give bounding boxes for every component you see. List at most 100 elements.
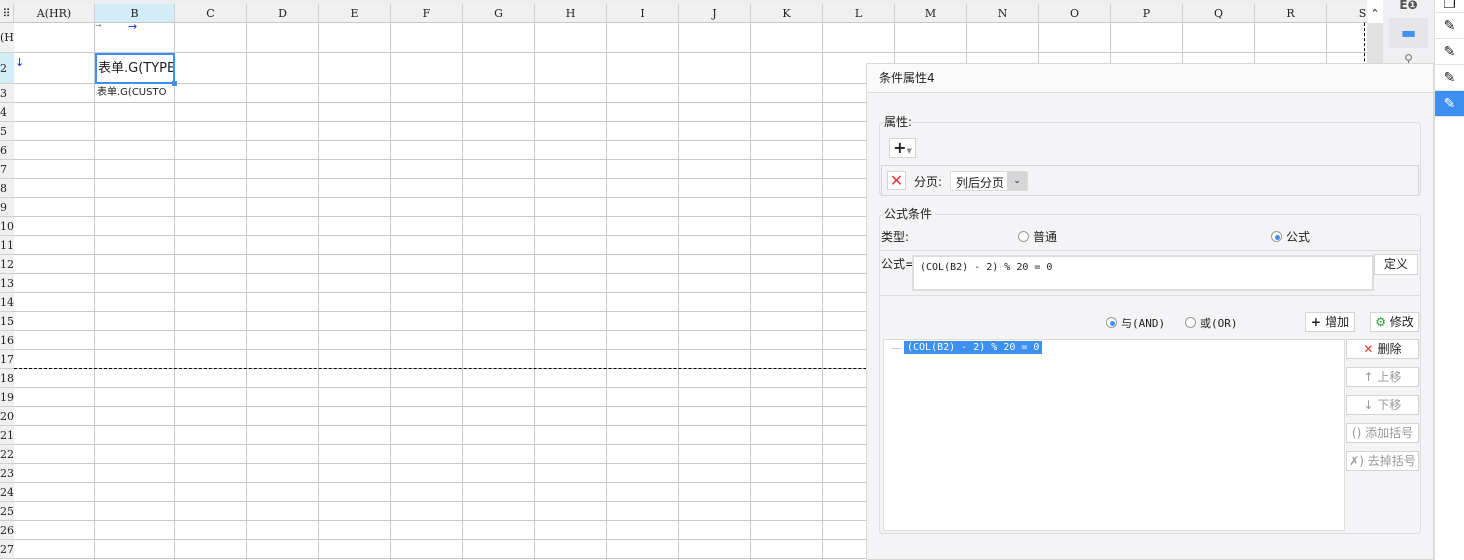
row-header-1[interactable]: 1(H) — [0, 23, 14, 53]
column-header-h[interactable]: H — [535, 4, 607, 23]
column-header-e[interactable]: E — [319, 4, 391, 23]
condition-attributes-dialog: 条件属性4 属性: +▼ ✕ 分页: 列后分页 ⌄ 公式条件 类型: 普通 公式… — [866, 63, 1434, 560]
row-header-4[interactable]: 4 — [0, 103, 14, 122]
move-down-button[interactable]: ↓ 下移 — [1346, 395, 1419, 415]
divider — [879, 250, 1421, 251]
page-label: 分页: — [914, 175, 943, 189]
radio-label: 公式 — [1286, 230, 1311, 244]
arrow-down-icon: ↓ — [1363, 398, 1378, 412]
delete-icon: ✕ — [1363, 342, 1378, 356]
condition-attr-icon[interactable]: ▬ — [1389, 18, 1428, 48]
column-header-j[interactable]: J — [679, 4, 751, 23]
divider — [879, 295, 1421, 296]
row-header-26[interactable]: 26 — [0, 521, 14, 540]
column-header-n[interactable]: N — [967, 4, 1039, 23]
page-select[interactable]: 列后分页 ⌄ — [950, 171, 1028, 191]
column-header-ahr[interactable]: A(HR) — [14, 4, 95, 23]
cell-b2-text: 表单.G(TYPE) — [98, 61, 175, 76]
cell-b3[interactable]: 表单.G(CUSTO — [97, 85, 175, 103]
attributes-legend: 属性: — [884, 115, 913, 129]
tree-line — [892, 348, 902, 349]
row-header-22[interactable]: 22 — [0, 445, 14, 464]
formula-input[interactable]: (COL(B2) - 2) % 20 = 0 — [912, 255, 1374, 291]
move-up-button[interactable]: ↑ 上移 — [1346, 367, 1419, 387]
expand-arrow-icon: → — [95, 21, 102, 30]
type-radio-formula[interactable]: 公式 — [1271, 228, 1310, 245]
select-all-corner[interactable]: ⠿ — [0, 4, 14, 23]
dialog-title: 条件属性4 — [867, 64, 1433, 93]
radio-label: 与(AND) — [1121, 317, 1166, 330]
add-attribute-button[interactable]: +▼ — [889, 138, 916, 158]
row-header-5[interactable]: 5 — [0, 122, 14, 141]
column-header-s[interactable]: S — [1327, 4, 1367, 23]
row-header-27[interactable]: 27 — [0, 540, 14, 559]
page-attribute-row: ✕ 分页: 列后分页 ⌄ — [881, 165, 1419, 196]
column-header-l[interactable]: L — [823, 4, 895, 23]
tool-column: ❐ ✎ ✎ ✎ ✎ — [1434, 0, 1464, 560]
radio-checked-icon — [1106, 317, 1117, 328]
pencil-icon[interactable]: ✎ — [1435, 39, 1464, 65]
type-radio-normal[interactable]: 普通 — [1018, 228, 1057, 245]
row-header-19[interactable]: 19 — [0, 388, 14, 407]
row-header-13[interactable]: 13 — [0, 274, 14, 293]
column-header-i[interactable]: I — [607, 4, 679, 23]
row-header-17[interactable]: 17 — [0, 350, 14, 369]
column-header-c[interactable]: C — [175, 4, 247, 23]
column-header-k[interactable]: K — [751, 4, 823, 23]
logic-radio-and[interactable]: 与(AND) — [1106, 315, 1165, 331]
parentheses-icon: () — [1351, 426, 1366, 440]
delete-button[interactable]: ✕ 删除 — [1346, 339, 1419, 359]
type-label: 类型: — [881, 230, 910, 244]
row-header-11[interactable]: 11 — [0, 236, 14, 255]
remove-parentheses-icon: ✗) — [1349, 454, 1368, 468]
scroll-up-icon[interactable]: ⌃ — [1367, 4, 1383, 23]
column-header-d[interactable]: D — [247, 4, 319, 23]
row-header-15[interactable]: 15 — [0, 312, 14, 331]
pencil-icon[interactable]: ✎ — [1435, 65, 1464, 91]
column-header-f[interactable]: F — [391, 4, 463, 23]
column-header-g[interactable]: G — [463, 4, 535, 23]
row-header-10[interactable]: 10 — [0, 217, 14, 236]
cell-element-icon[interactable]: E❶ — [1383, 0, 1434, 14]
cell-b3-text: 表单.G(CUSTO — [97, 87, 167, 98]
cell-b2[interactable]: 表单.G(TYPE) — [95, 53, 175, 84]
page-select-value: 列后分页 — [956, 176, 1005, 190]
radio-checked-icon — [1271, 231, 1282, 242]
row-header-16[interactable]: 16 — [0, 331, 14, 350]
logic-radio-or[interactable]: 或(OR) — [1185, 315, 1238, 331]
remove-parentheses-button[interactable]: ✗) 去掉括号 — [1346, 451, 1419, 471]
define-button[interactable]: 定义 — [1374, 254, 1418, 275]
column-header-r[interactable]: R — [1255, 4, 1327, 23]
row-header-7[interactable]: 7 — [0, 160, 14, 179]
condition-list[interactable]: (COL(B2) - 2) % 20 = 0 — [883, 339, 1345, 531]
row-header-9[interactable]: 9 — [0, 198, 14, 217]
row-header-3[interactable]: 3 — [0, 84, 14, 103]
column-header-q[interactable]: Q — [1183, 4, 1255, 23]
button-label: 下移 — [1377, 398, 1402, 412]
row-header-21[interactable]: 21 — [0, 426, 14, 445]
modify-condition-button[interactable]: ⚙ 修改 — [1370, 312, 1419, 332]
row-gridline — [14, 52, 1367, 53]
pencil-icon-active[interactable]: ✎ — [1435, 91, 1464, 117]
row-header-18[interactable]: 18 — [0, 369, 14, 388]
chevron-down-icon: ⌄ — [1007, 172, 1027, 190]
column-header-o[interactable]: O — [1039, 4, 1111, 23]
row-header-2[interactable]: 2 — [0, 53, 14, 84]
row-header-6[interactable]: 6 — [0, 141, 14, 160]
row-header-12[interactable]: 12 — [0, 255, 14, 274]
row-header-20[interactable]: 20 — [0, 407, 14, 426]
pencil-icon[interactable]: ✎ — [1435, 13, 1464, 39]
add-parentheses-button[interactable]: () 添加括号 — [1346, 423, 1419, 443]
button-label: 删除 — [1377, 342, 1402, 356]
column-header-p[interactable]: P — [1111, 4, 1183, 23]
add-condition-button[interactable]: + 增加 — [1305, 312, 1355, 332]
remove-attribute-icon[interactable]: ✕ — [887, 171, 906, 190]
row-header-14[interactable]: 14 — [0, 293, 14, 312]
row-header-24[interactable]: 24 — [0, 483, 14, 502]
column-header-m[interactable]: M — [895, 4, 967, 23]
copy-icon[interactable]: ❐ — [1435, 0, 1464, 13]
row-header-23[interactable]: 23 — [0, 464, 14, 483]
row-header-8[interactable]: 8 — [0, 179, 14, 198]
row-header-25[interactable]: 25 — [0, 502, 14, 521]
condition-item[interactable]: (COL(B2) - 2) % 20 = 0 — [904, 341, 1043, 354]
